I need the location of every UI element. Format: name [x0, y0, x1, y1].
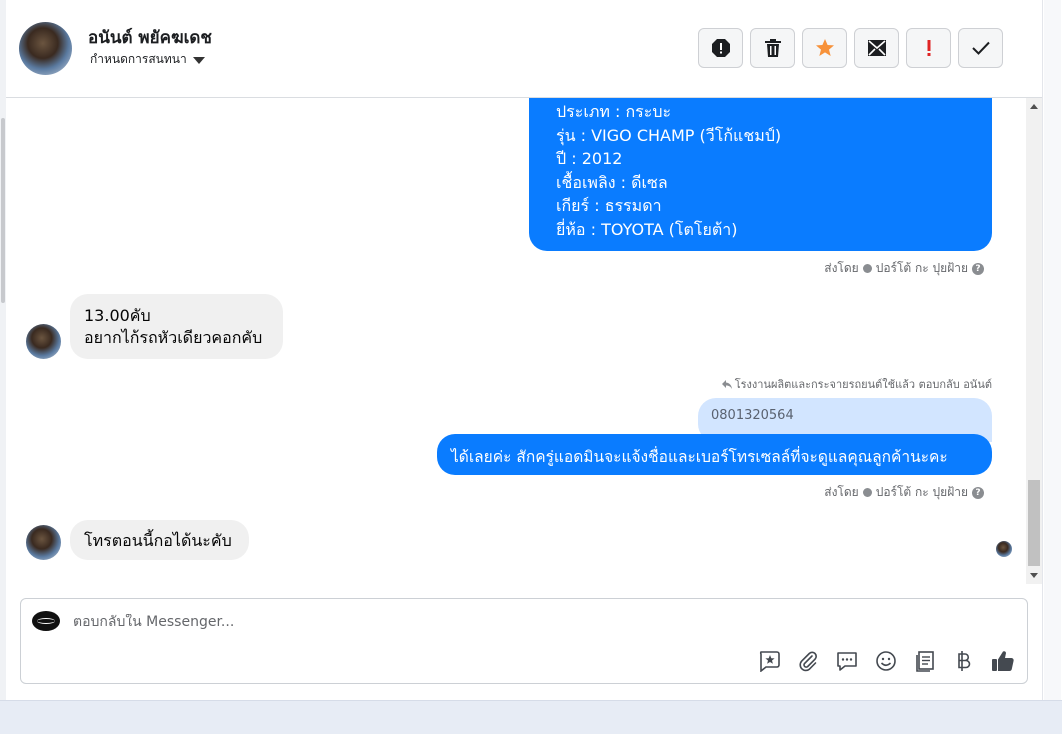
- paperclip-icon: [799, 651, 817, 672]
- delete-button[interactable]: [750, 28, 795, 68]
- page-footer-strip: [0, 700, 1062, 734]
- car-type: ประเภท : กระบะ: [556, 102, 672, 121]
- seen-indicator-avatar: [996, 541, 1012, 557]
- report-button[interactable]: [698, 28, 743, 68]
- contact-name[interactable]: อนันต์ พยัคฆเดช: [88, 24, 212, 51]
- message-list: ประเภท : กระบะ รุ่น : VIGO CHAMP (วีโก้แ…: [6, 98, 1026, 584]
- reply-arrow-icon: [721, 379, 732, 389]
- baht-currency-icon: [958, 651, 971, 671]
- agent-status-icon: [862, 488, 872, 497]
- incoming-message-line: 13.00คับ: [84, 306, 151, 325]
- left-scroll-thumb[interactable]: [1, 118, 5, 303]
- conversation-toolbar: [698, 28, 1003, 68]
- incoming-message[interactable]: 13.00คับ อยากไก้รถหัวเดียวคอกคับ: [70, 294, 283, 359]
- page-scroll-track: [1043, 0, 1062, 700]
- reply-note-text: โรงงานผลิตและกระจายรถยนต์ใช้แล้ว ตอบกลับ…: [734, 378, 992, 391]
- message-template-button[interactable]: [835, 649, 859, 673]
- contact-avatar[interactable]: [19, 22, 72, 75]
- scroll-thumb[interactable]: [1028, 480, 1040, 566]
- help-icon[interactable]: ?: [972, 486, 984, 499]
- saved-reply-button[interactable]: [757, 649, 781, 673]
- help-icon[interactable]: ?: [972, 262, 984, 275]
- car-fuel: เชื้อเพลิง : ดีเซล: [556, 172, 668, 192]
- saved-reply-icon: [759, 651, 780, 672]
- thumbs-up-icon: [992, 651, 1014, 671]
- smiley-icon: [876, 651, 896, 671]
- attach-button[interactable]: [796, 649, 820, 673]
- trash-icon: [764, 39, 781, 57]
- done-button[interactable]: [958, 28, 1003, 68]
- contact-avatar-small[interactable]: [26, 324, 61, 359]
- mark-unread-button[interactable]: [854, 28, 899, 68]
- car-model: รุ่น : VIGO CHAMP (วีโก้แชมป์): [556, 125, 782, 145]
- sent-by-agent[interactable]: ปอร์โต้ กะ ปุยฝ้าย: [876, 259, 968, 278]
- assign-conversation-dropdown[interactable]: กำหนดการสนทนา: [90, 50, 205, 69]
- incoming-message[interactable]: โทรตอนนี้กอได้นะคับ: [70, 520, 249, 560]
- important-button[interactable]: [906, 28, 951, 68]
- outgoing-message-text: ได้เลยค่ะ สักครู่แอดมินจะแจ้งชื่อและเบอร…: [451, 448, 948, 466]
- page-scroll-thumb[interactable]: [1044, 0, 1061, 700]
- check-icon: [971, 41, 990, 55]
- sent-by-line: ส่งโดย ปอร์โต้ กะ ปุยฝ้าย ?: [824, 483, 984, 502]
- document-list-icon: [916, 651, 934, 672]
- emoji-button[interactable]: [874, 649, 898, 673]
- star-icon: [815, 39, 834, 56]
- sent-by-line: ส่งโดย ปอร์โต้ กะ ปุยฝ้าย ?: [824, 259, 984, 278]
- important-icon: [927, 40, 930, 56]
- star-button[interactable]: [802, 28, 847, 68]
- incoming-message-line: อยากไก้รถหัวเดียวคอกคับ: [84, 328, 263, 347]
- outgoing-message[interactable]: ได้เลยค่ะ สักครู่แอดมินจะแจ้งชื่อและเบอร…: [437, 434, 992, 475]
- report-icon: [711, 39, 730, 57]
- order-button[interactable]: [913, 649, 937, 673]
- scroll-up-arrow-icon[interactable]: [1030, 104, 1038, 109]
- conversation-panel: อนันต์ พยัคฆเดช กำหนดการสนทนา ประเภท: ก…: [6, 0, 1043, 700]
- contact-avatar-small[interactable]: [26, 525, 61, 560]
- reply-note: โรงงานผลิตและกระจายรถยนต์ใช้แล้ว ตอบกลับ…: [721, 375, 992, 393]
- car-year: ปี : 2012: [556, 149, 623, 169]
- payment-button[interactable]: [952, 649, 976, 673]
- reply-input[interactable]: [73, 614, 673, 630]
- sent-by-prefix: ส่งโดย: [824, 261, 859, 275]
- sent-by-agent[interactable]: ปอร์โต้ กะ ปุยฝ้าย: [876, 483, 968, 502]
- caret-down-icon: [192, 57, 205, 64]
- outgoing-message-car-info[interactable]: ประเภท : กระบะ รุ่น : VIGO CHAMP (วีโก้แ…: [529, 98, 992, 251]
- page-logo-icon: [32, 611, 60, 631]
- quoted-message-text: 0801320564: [711, 408, 794, 423]
- assign-conversation-label: กำหนดการสนทนา: [90, 52, 187, 66]
- car-gear: เกียร์ : ธรรมดา: [556, 196, 662, 216]
- chat-bubble-icon: [837, 652, 857, 671]
- scroll-down-arrow-icon[interactable]: [1030, 573, 1038, 578]
- composer-actions: [757, 649, 1015, 673]
- agent-status-icon: [862, 264, 872, 273]
- message-scrollbar[interactable]: [1026, 98, 1042, 584]
- car-brand: ยี่ห้อ : TOYOTA (โตโยต้า): [556, 219, 738, 239]
- incoming-message-text: โทรตอนนี้กอได้นะคับ: [84, 531, 232, 550]
- sent-by-prefix: ส่งโดย: [824, 485, 859, 499]
- conversation-header: อนันต์ พยัคฆเดช กำหนดการสนทนา: [6, 0, 1042, 98]
- like-button[interactable]: [991, 649, 1015, 673]
- mark-unread-icon: [867, 40, 886, 56]
- reply-composer: [20, 598, 1028, 684]
